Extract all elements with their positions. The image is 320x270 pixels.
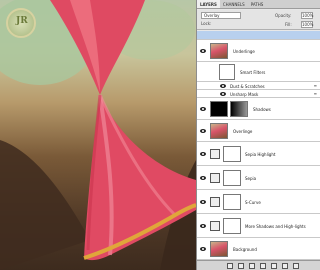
layer-thumbnail [210, 123, 228, 139]
new-layer-icon[interactable] [282, 262, 288, 269]
opacity-field[interactable]: 100% [301, 12, 313, 19]
layers-list: Underlinge Smart Filters Dust & Scratche… [197, 31, 320, 260]
tab-layers[interactable]: LAYERS [197, 0, 220, 8]
visibility-eye-icon[interactable] [219, 83, 227, 89]
filter-name: Unsharp Mask [230, 92, 259, 97]
layer-row-more-shadows-highlights[interactable]: More Shadows and High-lights [197, 214, 320, 238]
visibility-eye-icon[interactable] [199, 128, 207, 134]
layer-mask-thumbnail [223, 218, 241, 234]
layer-thumbnail [210, 43, 228, 59]
layer-name: More Shadows and High-lights [245, 224, 306, 229]
adjustment-layer-icon [210, 173, 220, 183]
layer-name: Sepia [245, 176, 257, 181]
visibility-eye-icon[interactable] [199, 151, 207, 157]
layer-name: Shadows [253, 107, 271, 112]
layer-row-sepia-highlight[interactable]: Sepia Highlight [197, 142, 320, 166]
layer-row-overlinge[interactable]: Overlinge [197, 120, 320, 142]
visibility-eye-icon[interactable] [199, 246, 207, 252]
lock-label: Lock: [201, 21, 212, 26]
visibility-eye-icon[interactable] [199, 175, 207, 181]
visibility-eye-icon[interactable] [199, 199, 207, 205]
filter-name: Dust & Scratches [230, 84, 265, 89]
filter-options-icon[interactable]: ≡ [314, 91, 317, 96]
watermark-seal-logo: JR [6, 8, 36, 38]
layer-mask-thumbnail [223, 146, 241, 162]
layer-row-underlinge[interactable]: Underlinge [197, 40, 320, 62]
adjustment-layer-icon [210, 149, 220, 159]
visibility-eye-icon[interactable] [199, 48, 207, 54]
adjustment-layer-icon [210, 221, 220, 231]
layer-name: S-Curve [245, 200, 261, 205]
layer-row-top[interactable] [197, 31, 320, 40]
visibility-eye-icon[interactable] [199, 223, 207, 229]
filter-row-dust-scratches[interactable]: Dust & Scratches ≡ [197, 82, 320, 90]
smart-filter-mask-thumbnail [219, 64, 235, 80]
blend-mode-select[interactable]: Overlay [201, 12, 241, 19]
adjustment-layer-icon[interactable] [260, 262, 266, 269]
layer-name: Sepia Highlight [245, 152, 276, 157]
layer-row-background[interactable]: Background [197, 238, 320, 260]
document-canvas[interactable]: JR [0, 0, 196, 270]
layer-row-shadows[interactable]: Shadows [197, 98, 320, 120]
layer-mask-thumbnail [223, 194, 241, 210]
filter-options-icon[interactable]: ≡ [314, 83, 317, 88]
layer-mask-thumbnail [230, 101, 248, 117]
new-group-folder-icon[interactable] [271, 262, 277, 269]
filter-row-unsharp-mask[interactable]: Unsharp Mask ≡ [197, 90, 320, 98]
link-layers-icon[interactable] [227, 262, 233, 269]
layers-panel: LAYERS CHANNELS PATHS Overlay Opacity: 1… [196, 0, 320, 270]
opacity-label: Opacity: [275, 13, 292, 18]
curves-adjustment-icon [210, 197, 220, 207]
fill-label: Fill: [285, 22, 292, 27]
trash-icon[interactable] [293, 262, 299, 269]
layer-name: Smart Filters [240, 70, 266, 75]
layer-row-sepia[interactable]: Sepia [197, 166, 320, 190]
layer-mask-thumbnail [223, 170, 241, 186]
painting-artwork [0, 0, 196, 270]
tab-channels[interactable]: CHANNELS [220, 0, 248, 8]
layer-style-fx-icon[interactable] [238, 262, 244, 269]
panel-tabs: LAYERS CHANNELS PATHS [197, 0, 320, 9]
layer-thumbnail [210, 101, 228, 117]
fill-field[interactable]: 100% [301, 21, 313, 28]
visibility-eye-icon[interactable] [219, 91, 227, 97]
layer-name: Background [233, 247, 257, 252]
layer-row-s-curve[interactable]: S-Curve [197, 190, 320, 214]
layer-name: Overlinge [233, 129, 253, 134]
add-mask-icon[interactable] [249, 262, 255, 269]
layer-options-bar: Overlay Opacity: 100% Lock: Fill: 100% [197, 10, 320, 30]
visibility-eye-icon[interactable] [199, 106, 207, 112]
photoshop-workspace: JR LAYERS CHANNELS PATHS Overlay Opacity… [0, 0, 320, 270]
layers-panel-footer [197, 260, 320, 270]
tab-paths[interactable]: PATHS [248, 0, 267, 8]
layer-name: Underlinge [233, 49, 255, 54]
layer-row-smart-filters[interactable]: Smart Filters [197, 62, 320, 82]
layer-thumbnail [210, 241, 228, 257]
